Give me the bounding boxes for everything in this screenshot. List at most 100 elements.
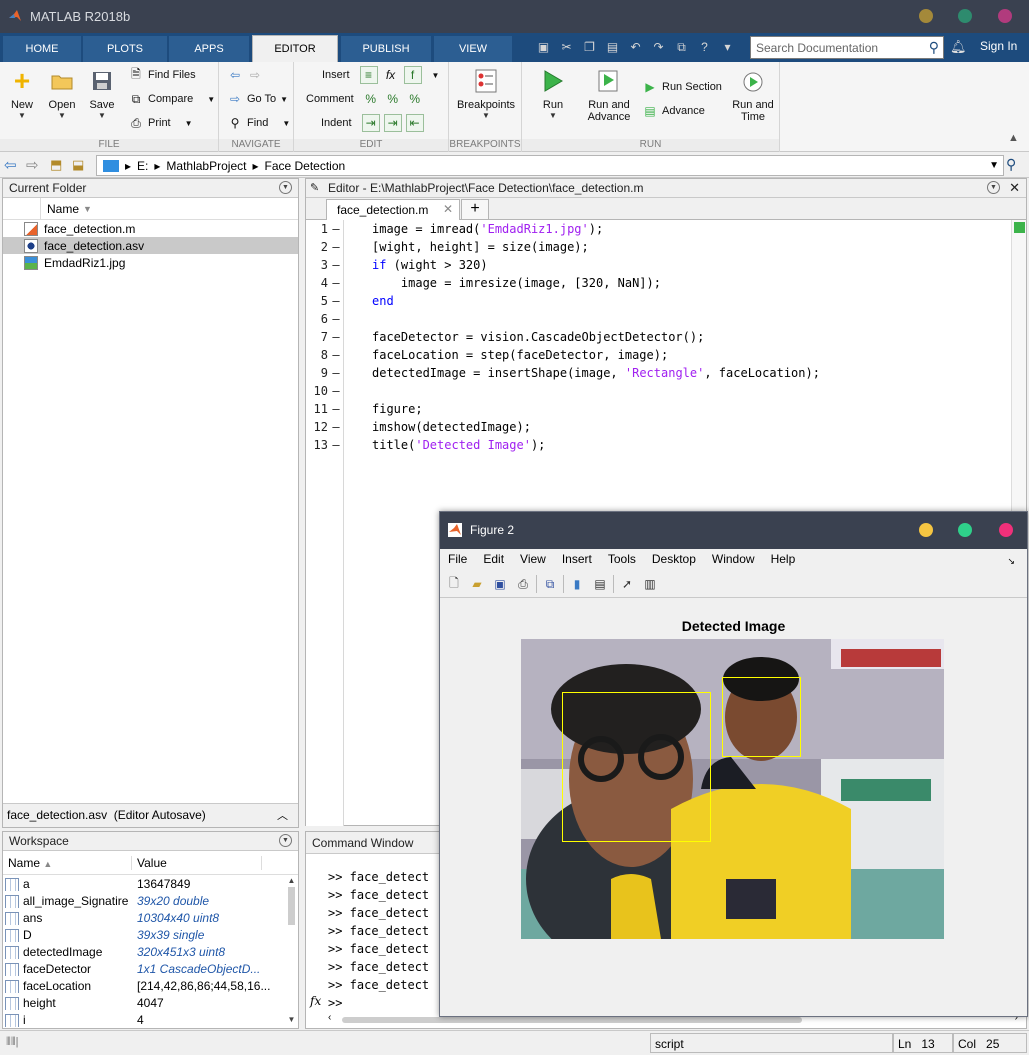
new-button[interactable]: + New ▼: [0, 64, 44, 120]
code-text[interactable]: image = imread('EmdadRiz1.jpg');: [372, 220, 603, 238]
run-section-button[interactable]: ▶ Run Section: [642, 77, 722, 97]
browse-folder-icon[interactable]: ⬓: [72, 157, 84, 173]
breakpoint-dash[interactable]: –: [328, 418, 344, 436]
new-figure-icon[interactable]: 🗋︎: [444, 574, 464, 594]
menu-desktop[interactable]: Desktop: [644, 549, 704, 571]
tab-publish[interactable]: PUBLISH: [341, 36, 431, 62]
bell-icon[interactable]: 🔔︎: [950, 39, 967, 55]
code-line[interactable]: 12– imshow(detectedImage);: [306, 418, 1006, 436]
advance-button[interactable]: ▤ Advance: [642, 101, 704, 121]
cut-icon[interactable]: ✂: [556, 37, 577, 57]
code-line[interactable]: 11– figure;: [306, 400, 1006, 418]
code-text[interactable]: imshow(detectedImage);: [372, 418, 531, 436]
menu-tools[interactable]: Tools: [600, 549, 644, 571]
copy-icon[interactable]: ❐: [579, 37, 600, 57]
breakpoint-dash[interactable]: –: [328, 292, 344, 310]
run-button[interactable]: Run ▼: [531, 64, 575, 120]
tab-apps[interactable]: APPS: [169, 36, 249, 62]
code-lines[interactable]: 1– image = imread('EmdadRiz1.jpg'); 2– [wig…: [306, 220, 1006, 454]
forward-icon[interactable]: ⇨: [26, 156, 39, 174]
save-figure-icon[interactable]: ▣: [490, 574, 510, 594]
path-drive[interactable]: E:: [137, 159, 148, 173]
file-item[interactable]: EmdadRiz1.jpg: [3, 254, 298, 271]
breakpoint-dash[interactable]: –: [328, 220, 344, 238]
code-text[interactable]: if (wight > 320): [372, 256, 488, 274]
code-line[interactable]: 7– faceDetector = vision.CascadeObjectDet…: [306, 328, 1006, 346]
code-text[interactable]: detectedImage = insertShape(image, 'Rect…: [372, 364, 820, 382]
file-item[interactable]: face_detection.m: [3, 220, 298, 237]
maximize-button[interactable]: [958, 9, 972, 23]
code-line[interactable]: 6–: [306, 310, 1006, 328]
workspace-row[interactable]: all_image_Signatire 39x20 double: [3, 892, 286, 909]
undo-icon[interactable]: ↶: [625, 37, 646, 57]
name-column-header[interactable]: Name ▲: [3, 855, 132, 870]
path-field[interactable]: ▸ E: ▸ MathlabProject ▸ Face Detection ▼: [96, 155, 1004, 176]
tab-view[interactable]: VIEW: [434, 36, 512, 62]
workspace-row[interactable]: detectedImage 320x451x3 uint8: [3, 943, 286, 960]
new-tab-button[interactable]: +: [461, 199, 489, 220]
workspace-row[interactable]: height 4047: [3, 994, 286, 1011]
tab-editor[interactable]: EDITOR: [252, 35, 338, 62]
insert-button[interactable]: Insert ≡ fx f ▼: [322, 65, 439, 85]
close-icon[interactable]: ✕: [1009, 180, 1020, 196]
menu-help[interactable]: Help: [763, 549, 804, 571]
folder-column-header[interactable]: Name ▼: [3, 198, 298, 220]
save-icon[interactable]: ▣: [533, 37, 554, 57]
breakpoint-dash[interactable]: –: [328, 346, 344, 364]
chevron-up-icon[interactable]: ︿: [277, 807, 288, 823]
menu-file[interactable]: File: [440, 549, 475, 571]
workspace-row[interactable]: ans 10304x40 uint8: [3, 909, 286, 926]
menu-edit[interactable]: Edit: [475, 549, 512, 571]
figure-title-bar[interactable]: Figure 2: [440, 512, 1027, 549]
legend-icon[interactable]: ▤: [590, 574, 610, 594]
close-tab-icon[interactable]: ✕: [443, 202, 453, 216]
details-bar[interactable]: face_detection.asv (Editor Autosave) ︿: [3, 803, 298, 827]
back-forward-buttons[interactable]: ⇦ ⇨: [227, 65, 263, 85]
code-line[interactable]: 1– image = imread('EmdadRiz1.jpg');: [306, 220, 1006, 238]
breakpoint-dash[interactable]: –: [328, 310, 344, 328]
tab-plots[interactable]: PLOTS: [83, 36, 167, 62]
run-and-time-button[interactable]: Run and Time: [728, 64, 778, 123]
command-prompt[interactable]: >>: [306, 994, 342, 1012]
sign-in-link[interactable]: Sign In: [980, 39, 1017, 53]
figure-maximize-button[interactable]: [958, 523, 972, 537]
figure-close-button[interactable]: [999, 523, 1013, 537]
back-icon[interactable]: ⇦: [4, 156, 17, 174]
path-folder-face-detection[interactable]: Face Detection: [264, 159, 345, 173]
code-text[interactable]: [wight, height] = size(image);: [372, 238, 589, 256]
run-and-advance-button[interactable]: Run and Advance: [582, 64, 636, 123]
code-line[interactable]: 10–: [306, 382, 1006, 400]
print-button[interactable]: ⎙ Print ▼: [128, 113, 192, 133]
figure-minimize-button[interactable]: [919, 523, 933, 537]
breakpoint-dash[interactable]: –: [328, 238, 344, 256]
close-button[interactable]: [998, 9, 1012, 23]
breakpoint-dash[interactable]: –: [328, 436, 344, 454]
code-line[interactable]: 5– end: [306, 292, 1006, 310]
search-input[interactable]: Search Documentation ⚲: [750, 36, 944, 59]
search-folder-icon[interactable]: ⚲: [1006, 156, 1016, 173]
collapse-ribbon-icon[interactable]: ▲: [1008, 132, 1019, 144]
code-line[interactable]: 9– detectedImage = insertShape(image, 'Re…: [306, 364, 1006, 382]
menu-view[interactable]: View: [512, 549, 554, 571]
menu-window[interactable]: Window: [704, 549, 763, 571]
compare-button[interactable]: ⧉ Compare ▼: [128, 89, 215, 109]
code-text[interactable]: end: [372, 292, 394, 310]
editor-tab-face-detection[interactable]: face_detection.m ✕: [326, 199, 460, 220]
code-text[interactable]: figure;: [372, 400, 423, 418]
path-folder-mathlabproject[interactable]: MathlabProject: [166, 159, 246, 173]
colorbar-icon[interactable]: ▮: [567, 574, 587, 594]
code-line[interactable]: 4– image = imresize(image, [320, NaN]);: [306, 274, 1006, 292]
workspace-column-header[interactable]: Name ▲ Value: [3, 851, 298, 875]
workspace-row[interactable]: a 13647849: [3, 875, 286, 892]
search-icon[interactable]: ⚲: [929, 39, 939, 56]
breakpoints-button[interactable]: Breakpoints ▼: [453, 64, 519, 120]
workspace-row[interactable]: D 39x39 single: [3, 926, 286, 943]
breakpoint-dash[interactable]: –: [328, 382, 344, 400]
find-files-button[interactable]: 🗎︎ Find Files: [128, 65, 196, 85]
code-line[interactable]: 3– if (wight > 320): [306, 256, 1006, 274]
workspace-row[interactable]: i4: [3, 1011, 286, 1028]
go-to-button[interactable]: ⇨ Go To ▼: [227, 89, 288, 109]
breakpoint-dash[interactable]: –: [328, 274, 344, 292]
code-text[interactable]: faceDetector = vision.CascadeObjectDetec…: [372, 328, 704, 346]
switch-windows-icon[interactable]: ⧉: [671, 37, 692, 57]
